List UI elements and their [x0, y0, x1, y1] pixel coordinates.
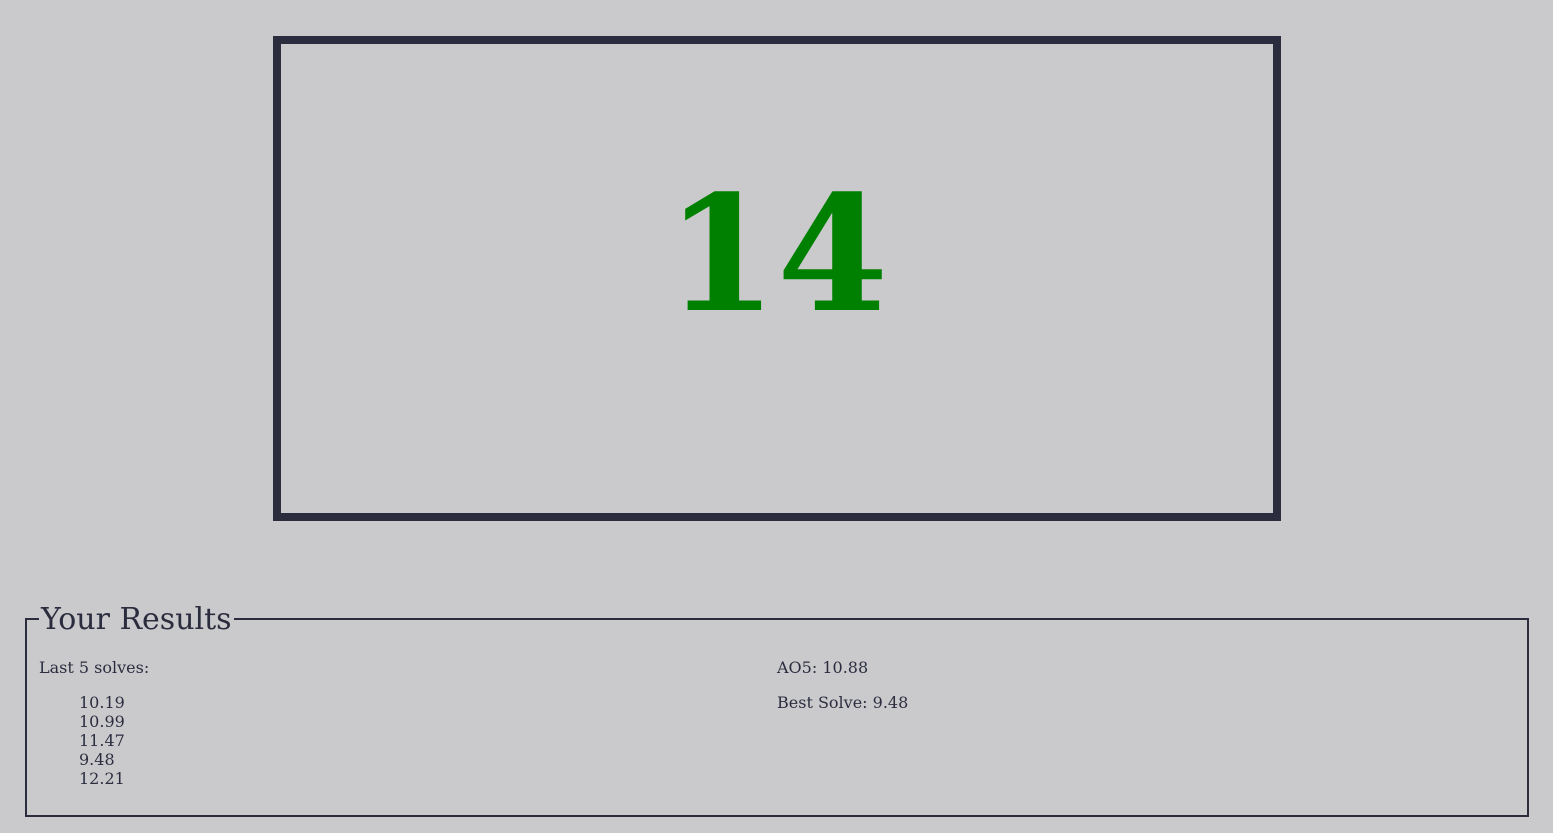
last-solves-section: Last 5 solves: 10.19 10.99 11.47 9.48 12…	[39, 658, 149, 788]
solves-list: 10.19 10.99 11.47 9.48 12.21	[39, 693, 149, 788]
best-solve-stat: Best Solve: 9.48	[777, 693, 909, 712]
timer-value: 14	[665, 159, 889, 348]
results-panel: Your Results Last 5 solves: 10.19 10.99 …	[25, 603, 1529, 817]
results-legend: Your Results	[39, 602, 234, 637]
solve-item: 12.21	[79, 769, 125, 788]
solve-item: 11.47	[79, 731, 125, 750]
ao5-stat: AO5: 10.88	[777, 658, 869, 677]
stats-section: AO5: 10.88 Best Solve: 9.48	[777, 658, 908, 728]
last-solves-label: Last 5 solves:	[39, 658, 150, 677]
solve-item: 10.99	[79, 712, 125, 731]
solve-item: 9.48	[79, 750, 115, 769]
timer-display-area[interactable]: 14	[273, 36, 1281, 521]
solve-item: 10.19	[79, 693, 125, 712]
